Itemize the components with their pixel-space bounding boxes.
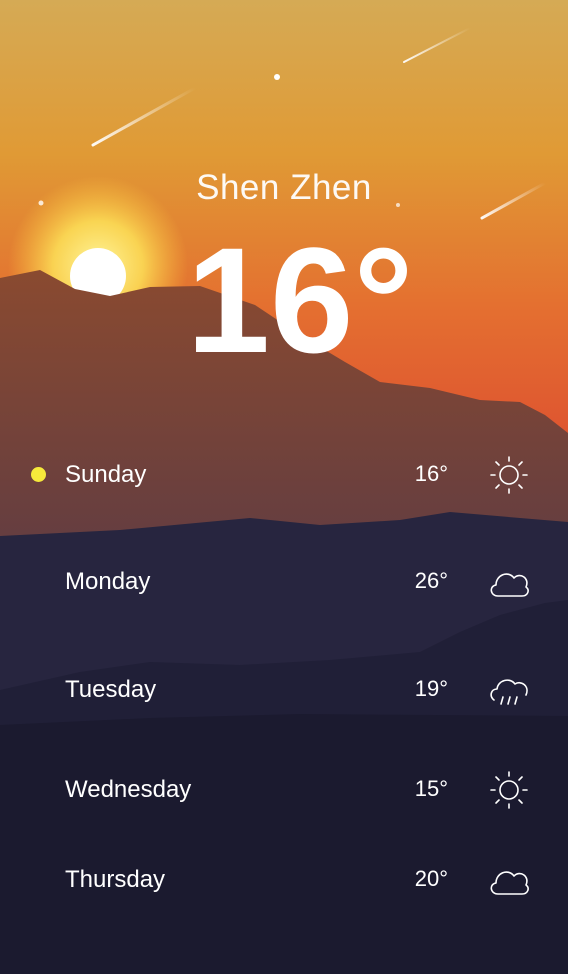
rain-cloud-icon <box>490 679 528 705</box>
forecast-day: Sunday <box>65 461 147 488</box>
forecast-row-sunday[interactable]: Sunday 16° <box>0 445 568 505</box>
cloud-icon <box>490 871 529 895</box>
forecast-day: Monday <box>65 568 151 595</box>
forecast-temp: 15° <box>414 776 448 801</box>
forecast-row-tuesday[interactable]: Tuesday 19° <box>0 660 568 720</box>
current-temperature: 16° <box>186 216 414 384</box>
forecast-row-monday[interactable]: Monday 26° <box>0 552 568 612</box>
forecast-temp: 20° <box>414 866 448 891</box>
selected-day-indicator <box>31 467 46 482</box>
sun-icon <box>490 456 528 494</box>
forecast-temp: 16° <box>414 461 448 486</box>
forecast-day: Tuesday <box>65 676 157 703</box>
forecast-row-thursday[interactable]: Thursday 20° <box>0 850 568 910</box>
forecast-day: Wednesday <box>65 776 192 803</box>
forecast-day: Thursday <box>65 866 166 893</box>
forecast-row-wednesday[interactable]: Wednesday 15° <box>0 760 568 820</box>
forecast-temp: 19° <box>414 676 448 701</box>
forecast-temp: 26° <box>414 568 448 593</box>
weather-screen: Shen Zhen 16° Sunday 16° Monday 26° Tues… <box>0 0 568 974</box>
sun-icon <box>490 771 528 809</box>
cloud-icon <box>490 573 529 597</box>
city-name: Shen Zhen <box>196 168 372 207</box>
